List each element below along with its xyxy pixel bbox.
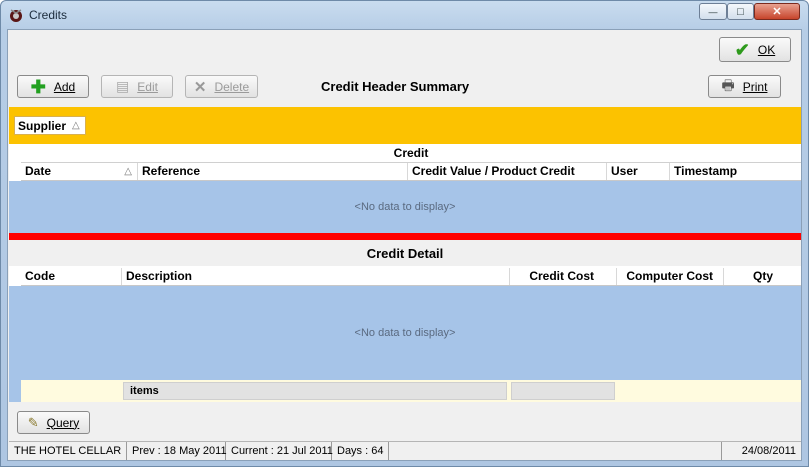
minimize-icon: — bbox=[708, 6, 718, 17]
footer-code-cell bbox=[22, 382, 121, 400]
header-column-row: Date △ Reference Credit Value / Product … bbox=[21, 163, 801, 181]
query-icon: ✎ bbox=[27, 414, 39, 430]
status-current-date: Current : 21 Jul 2011 bbox=[226, 442, 333, 460]
close-icon: ✕ bbox=[772, 6, 782, 18]
window-title: Credits bbox=[29, 8, 68, 22]
ok-button[interactable]: ✔ OK bbox=[719, 37, 791, 62]
no-data-message: <No data to display> bbox=[354, 201, 456, 213]
status-prev-date: Prev : 18 May 2011 bbox=[127, 442, 227, 460]
splitter-bar[interactable] bbox=[9, 233, 801, 240]
credit-header-grid: Credit Date △ Reference Credit Value / P… bbox=[9, 144, 801, 233]
maximize-button[interactable]: □ bbox=[727, 3, 754, 20]
column-reference[interactable]: Reference bbox=[138, 163, 408, 180]
no-data-message: <No data to display> bbox=[354, 327, 456, 339]
delete-label: Delete bbox=[214, 79, 250, 94]
edit-label: Edit bbox=[137, 79, 158, 94]
app-icon bbox=[8, 7, 24, 23]
column-timestamp[interactable]: Timestamp bbox=[670, 163, 801, 180]
maximize-icon: □ bbox=[737, 5, 744, 18]
edit-icon: ▤ bbox=[116, 78, 130, 94]
status-bar: THE HOTEL CELLAR Prev : 18 May 2011 Curr… bbox=[9, 441, 801, 460]
status-date: 24/08/2011 bbox=[721, 442, 801, 460]
column-qty[interactable]: Qty bbox=[724, 268, 801, 285]
status-company: THE HOTEL CELLAR bbox=[9, 442, 127, 460]
header-grid-body[interactable]: <No data to display> bbox=[9, 181, 801, 233]
query-label: Query bbox=[46, 415, 80, 430]
print-label: Print bbox=[742, 79, 768, 94]
column-user[interactable]: User bbox=[607, 163, 670, 180]
column-description[interactable]: Description bbox=[122, 268, 510, 285]
column-computer-cost[interactable]: Computer Cost bbox=[617, 268, 724, 285]
add-button[interactable]: ✚ Add bbox=[17, 75, 89, 98]
close-button[interactable]: ✕ bbox=[754, 3, 800, 20]
edit-button[interactable]: ▤ Edit bbox=[101, 75, 173, 98]
plus-icon: ✚ bbox=[30, 76, 46, 97]
column-code[interactable]: Code bbox=[21, 268, 122, 285]
printer-icon: 🖶 bbox=[721, 76, 735, 93]
ok-label: OK bbox=[757, 42, 776, 57]
header-summary-title: Credit Header Summary bbox=[321, 79, 470, 94]
supplier-chip-label: Supplier bbox=[18, 118, 67, 133]
column-credit-value[interactable]: Credit Value / Product Credit bbox=[408, 163, 607, 180]
group-by-panel bbox=[9, 107, 801, 144]
minimize-button[interactable]: — bbox=[699, 3, 727, 20]
credit-band-header: Credit bbox=[21, 144, 801, 163]
credit-band-label: Credit bbox=[393, 146, 429, 160]
detail-column-row: Code Description Credit Cost Computer Co… bbox=[21, 268, 801, 286]
column-date[interactable]: Date △ bbox=[21, 163, 138, 180]
column-credit-cost[interactable]: Credit Cost bbox=[510, 268, 617, 285]
column-date-label: Date bbox=[25, 164, 52, 178]
checkmark-icon: ✔ bbox=[734, 39, 750, 60]
footer-credit-cost-cell bbox=[511, 382, 615, 400]
sort-ascending-icon: △ bbox=[72, 120, 80, 131]
footer-indicator-cell bbox=[9, 380, 21, 402]
print-button[interactable]: 🖶 Print bbox=[708, 75, 781, 98]
items-label: items bbox=[130, 385, 159, 397]
footer-items-cell: items bbox=[123, 382, 507, 400]
sort-ascending-icon: △ bbox=[124, 166, 132, 177]
detail-grid-body[interactable]: <No data to display> bbox=[9, 286, 801, 380]
delete-icon: ✕ bbox=[193, 78, 207, 96]
delete-button[interactable]: ✕ Delete bbox=[185, 75, 258, 98]
detail-grid: Code Description Credit Cost Computer Co… bbox=[9, 266, 801, 402]
supplier-group-chip[interactable]: Supplier △ bbox=[14, 116, 86, 135]
status-days: Days : 64 bbox=[332, 442, 389, 460]
add-label: Add bbox=[53, 79, 76, 94]
query-button[interactable]: ✎ Query bbox=[17, 411, 90, 434]
detail-footer-row: items bbox=[9, 380, 801, 402]
credit-detail-title: Credit Detail bbox=[366, 246, 444, 261]
